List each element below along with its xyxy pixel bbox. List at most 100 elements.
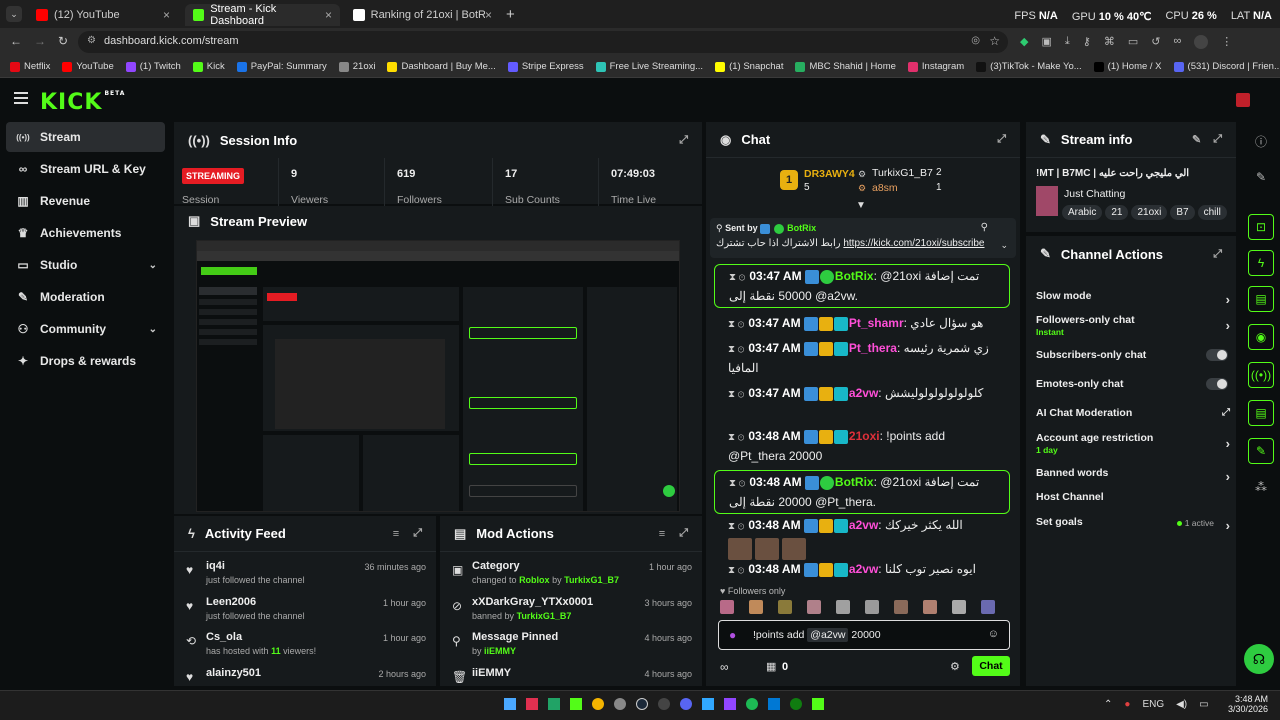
chat-message[interactable]: ⧗ ⊙ 03:47 AM BotRix: @21oxi تمت إضافة 500… xyxy=(714,264,1010,308)
channel-action-banned-words[interactable]: Banned words › xyxy=(1036,467,1230,484)
sidebar-item-community[interactable]: ⚇ Community ⌄ xyxy=(6,314,165,344)
bookmark-item[interactable]: Stripe Express xyxy=(507,61,584,72)
chat-input[interactable]: ● !points add @a2vw 20000 ☺ xyxy=(718,620,1010,650)
app-icon[interactable] xyxy=(614,698,626,710)
star-icon[interactable]: ☆ xyxy=(989,34,1000,48)
language-indicator[interactable]: ENG xyxy=(1142,699,1164,710)
site-info-icon[interactable]: ⚙ xyxy=(87,35,96,46)
channel-action-slow-mode[interactable]: Slow mode › xyxy=(1036,290,1230,307)
chat-message[interactable]: ⧗ ⊙ 03:47 AM Pt_thera: زي شمرية رئيسه الم… xyxy=(714,337,1010,379)
sidebar-item-studio[interactable]: ▭ Studio ⌄ xyxy=(6,250,165,280)
close-icon[interactable]: × xyxy=(485,8,492,22)
emote[interactable] xyxy=(782,538,806,560)
bookmark-item[interactable]: Free Live Streaming... xyxy=(595,61,703,72)
sidebar-item-moderation[interactable]: ✎ Moderation xyxy=(6,282,165,312)
emote[interactable] xyxy=(728,538,752,560)
emote[interactable] xyxy=(749,600,763,614)
popout-icon[interactable]: ⤢ xyxy=(1213,133,1222,146)
infinity-icon[interactable]: ∞ xyxy=(720,660,729,674)
bookmark-item[interactable]: Netflix xyxy=(10,61,50,72)
category-thumbnail[interactable] xyxy=(1036,186,1058,216)
kick-logo[interactable]: KICK BETA xyxy=(40,90,125,115)
bookmark-item[interactable]: (3)TikTok - Make Yo... xyxy=(976,61,1082,72)
bookmark-item[interactable]: (1) Home / X xyxy=(1093,61,1162,72)
stream-tag[interactable]: B7 xyxy=(1170,205,1195,220)
emote[interactable] xyxy=(778,600,792,614)
edit-icon[interactable]: ✎ xyxy=(1248,164,1274,190)
chat-icon[interactable]: ◉ xyxy=(1248,324,1274,350)
filter-icon[interactable]: ≡ xyxy=(393,528,399,540)
app-icon[interactable] xyxy=(812,698,824,710)
unpin-icon[interactable]: ⚲ xyxy=(981,222,988,233)
bookmark-item[interactable]: Dashboard | Buy Me... xyxy=(387,61,496,72)
xbox-icon[interactable] xyxy=(790,698,802,710)
stream-tag[interactable]: chill xyxy=(1197,205,1227,220)
popout-icon[interactable]: ⤢ xyxy=(1213,248,1222,261)
message-user[interactable]: a2vw xyxy=(849,386,878,400)
popout-icon[interactable]: ⤢ xyxy=(679,134,688,147)
key-icon[interactable]: ⚷ xyxy=(1083,35,1091,49)
link-icon[interactable]: ∞ xyxy=(1173,35,1181,49)
spotify-icon[interactable] xyxy=(746,698,758,710)
info-icon[interactable]: ⓘ xyxy=(1248,128,1274,154)
support-icon[interactable]: ☊ xyxy=(1244,644,1274,674)
forward-icon[interactable]: → xyxy=(34,34,46,48)
channel-action-host-channel[interactable]: Host Channel xyxy=(1036,491,1228,503)
mod-user[interactable]: TurkixG1_B7 xyxy=(517,611,572,621)
user-avatar[interactable] xyxy=(1236,93,1250,107)
shield-icon[interactable]: ◆ xyxy=(1020,35,1028,49)
steam-icon[interactable] xyxy=(636,698,648,710)
gift-leaderboard[interactable]: 1 DR3AWY4 5 ⚙ TurkixG1_B7 2 ⚙ a8sm 1 xyxy=(778,164,958,200)
sidebar-item-stream-url-key[interactable]: ∞ Stream URL & Key xyxy=(6,154,165,184)
message-user[interactable]: 21oxi xyxy=(849,429,880,443)
toggle-switch[interactable] xyxy=(1206,378,1228,390)
emote[interactable] xyxy=(755,538,779,560)
emote[interactable] xyxy=(720,600,734,614)
tab-botrix[interactable]: Ranking of 21oxi | BotRix — Cl... × xyxy=(345,4,500,26)
message-user[interactable]: a2vw xyxy=(849,562,878,576)
bookmark-item[interactable]: Instagram xyxy=(907,61,964,72)
category-name[interactable]: Just Chatting xyxy=(1064,188,1125,200)
components-icon[interactable]: ⁂ xyxy=(1248,474,1274,500)
send-chat-button[interactable]: Chat xyxy=(972,656,1010,676)
emote[interactable] xyxy=(894,600,908,614)
channel-action-subscribers-only-chat[interactable]: Subscribers-only chat xyxy=(1036,349,1228,361)
battery-icon[interactable]: ▭ xyxy=(1199,699,1208,710)
toggle-switch[interactable] xyxy=(1206,349,1228,361)
eye-off-icon[interactable]: ◎ xyxy=(971,35,980,46)
mod-user[interactable]: iiEMMY xyxy=(484,646,516,656)
chat-settings-icon[interactable]: ⚙ xyxy=(950,660,960,673)
channel-action-ai-chat-moderation[interactable]: AI Chat Moderation ⤢ xyxy=(1036,407,1230,419)
back-icon[interactable]: ← xyxy=(10,34,22,48)
clock[interactable]: 3:48 AM 3/30/2026 xyxy=(1224,694,1268,714)
app-icon[interactable] xyxy=(548,698,560,710)
obs-icon[interactable] xyxy=(658,698,670,710)
channel-action-emotes-only-chat[interactable]: Emotes-only chat xyxy=(1036,378,1228,390)
focus-icon[interactable]: ⊡ xyxy=(1248,214,1274,240)
pinned-user[interactable]: BotRix xyxy=(787,223,816,233)
stream-tag[interactable]: 21 xyxy=(1105,205,1129,220)
preview-video[interactable] xyxy=(196,240,680,512)
expand-icon[interactable]: ⌄ xyxy=(1000,240,1008,251)
popout-icon[interactable]: ⤢ xyxy=(413,527,422,540)
emote[interactable] xyxy=(981,600,995,614)
app-icon[interactable] xyxy=(724,698,736,710)
photoshop-icon[interactable] xyxy=(702,698,714,710)
tab-kick-dashboard[interactable]: Stream - Kick Dashboard × xyxy=(185,3,340,27)
pinned-link[interactable]: https://kick.com/21oxi/subscribe xyxy=(843,238,984,249)
chrome-icon[interactable] xyxy=(592,698,604,710)
stream-tag[interactable]: 21oxi xyxy=(1131,205,1168,220)
message-user[interactable]: a2vw xyxy=(849,518,878,532)
emote[interactable] xyxy=(923,600,937,614)
download-icon[interactable]: ⤓ xyxy=(1065,35,1070,49)
bookmark-item[interactable]: YouTube xyxy=(62,61,114,72)
collapse-icon[interactable]: ▼ xyxy=(856,200,866,211)
chat-message[interactable]: ⧗ ⊙ 03:48 AM a2vw: ايوه نصير توب كلنا xyxy=(714,558,1010,582)
message-user[interactable]: BotRix xyxy=(835,475,874,489)
filter-icon[interactable]: ≡ xyxy=(659,528,665,540)
mod-category[interactable]: Roblox xyxy=(519,575,550,585)
stream-tag[interactable]: Arabic xyxy=(1062,205,1103,220)
app-icon[interactable] xyxy=(526,698,538,710)
puzzle-icon[interactable]: ▣ xyxy=(1041,35,1051,49)
emoji-icon[interactable]: ☺ xyxy=(988,628,999,640)
